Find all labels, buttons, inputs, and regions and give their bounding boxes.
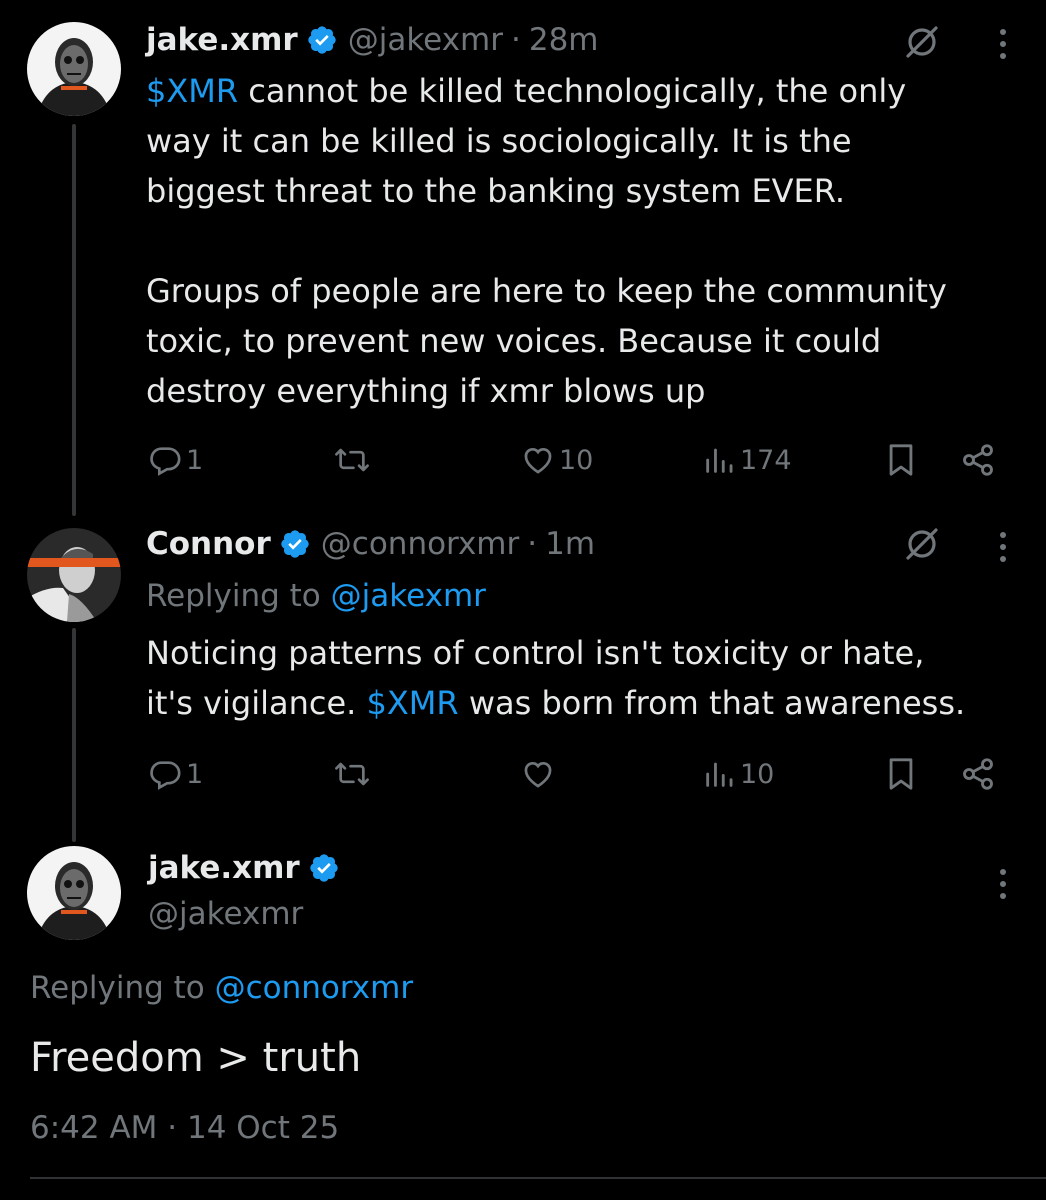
tweet-text-part: was born from that awareness. bbox=[458, 684, 966, 722]
retweet-icon bbox=[335, 762, 369, 786]
like-icon bbox=[524, 761, 552, 788]
handle[interactable]: @connorxmr bbox=[321, 524, 519, 564]
cashtag-link[interactable]: $XMR bbox=[367, 684, 459, 722]
tweet-header: Connor @connorxmr · 1m bbox=[146, 524, 595, 564]
views-button[interactable]: 10 bbox=[702, 754, 774, 794]
reply-count: 1 bbox=[186, 758, 204, 790]
avatar[interactable] bbox=[27, 846, 121, 940]
like-button[interactable]: 10 bbox=[521, 440, 593, 480]
views-button[interactable]: 174 bbox=[702, 440, 792, 480]
tweet-text: $XMR cannot be killed technologically, t… bbox=[146, 66, 1026, 416]
display-name[interactable]: jake.xmr bbox=[148, 848, 300, 888]
more-icon[interactable] bbox=[997, 26, 1009, 62]
separator-dot: · bbox=[527, 526, 538, 562]
reply-icon bbox=[150, 447, 181, 476]
reply-button[interactable]: 1 bbox=[148, 440, 203, 480]
mute-icon[interactable] bbox=[902, 22, 942, 62]
divider bbox=[30, 1177, 1046, 1179]
share-button[interactable] bbox=[960, 440, 996, 480]
retweet-button[interactable] bbox=[332, 754, 372, 794]
reply-icon bbox=[150, 761, 181, 790]
share-icon bbox=[963, 758, 993, 790]
bookmark-icon bbox=[889, 758, 913, 790]
main-tweet-text: Freedom > truth bbox=[30, 1035, 362, 1081]
mute-icon[interactable] bbox=[902, 524, 942, 564]
avatar[interactable] bbox=[27, 22, 121, 116]
mention-link[interactable]: @jakexmr bbox=[331, 578, 486, 614]
replying-to-label: Replying to bbox=[30, 970, 215, 1006]
separator-dot: · bbox=[511, 22, 521, 58]
tweet-text-part: it's vigilance. bbox=[146, 684, 367, 722]
verified-icon bbox=[310, 854, 338, 882]
tweet-text-line: Noticing patterns of control isn't toxic… bbox=[146, 634, 925, 672]
mention-link[interactable]: @connorxmr bbox=[215, 970, 413, 1006]
display-name[interactable]: jake.xmr bbox=[146, 20, 298, 60]
cashtag-link[interactable]: $XMR bbox=[146, 72, 238, 110]
relative-time[interactable]: 28m bbox=[529, 20, 599, 60]
tweet-text-body: cannot be killed technologically, the on… bbox=[146, 72, 947, 410]
replying-to: Replying to @jakexmr bbox=[146, 576, 486, 616]
bookmark-icon bbox=[889, 444, 913, 476]
main-handle: @jakexmr bbox=[148, 894, 303, 934]
views-count: 10 bbox=[740, 758, 775, 790]
more-icon[interactable] bbox=[997, 529, 1009, 565]
handle[interactable]: @jakexmr bbox=[148, 894, 303, 934]
share-icon bbox=[963, 444, 993, 476]
tweet-header: jake.xmr @jakexmr · 28m bbox=[146, 20, 599, 60]
reply-button[interactable]: 1 bbox=[148, 754, 203, 794]
verified-icon bbox=[281, 530, 309, 558]
views-icon bbox=[706, 448, 733, 473]
like-icon bbox=[524, 447, 552, 474]
replying-to: Replying to @connorxmr bbox=[30, 968, 413, 1008]
bookmark-button[interactable] bbox=[884, 440, 918, 480]
tweet-text: Noticing patterns of control isn't toxic… bbox=[146, 628, 1036, 728]
handle[interactable]: @jakexmr bbox=[348, 20, 503, 60]
relative-time[interactable]: 1m bbox=[545, 524, 595, 564]
replying-to-label: Replying to bbox=[146, 578, 331, 614]
verified-icon bbox=[308, 26, 336, 54]
share-button[interactable] bbox=[960, 754, 996, 794]
tweet-timestamp[interactable]: 6:42 AM · 14 Oct 25 bbox=[30, 1106, 339, 1150]
retweet-button[interactable] bbox=[332, 440, 372, 480]
like-count: 10 bbox=[559, 444, 594, 476]
more-icon[interactable] bbox=[997, 866, 1009, 902]
main-header: jake.xmr bbox=[148, 848, 350, 888]
thread-line bbox=[72, 124, 76, 516]
display-name[interactable]: Connor bbox=[146, 524, 271, 564]
reply-count: 1 bbox=[186, 444, 204, 476]
retweet-icon bbox=[335, 448, 369, 472]
like-button[interactable] bbox=[521, 754, 555, 794]
thread-line bbox=[72, 628, 76, 842]
bookmark-button[interactable] bbox=[884, 754, 918, 794]
views-icon bbox=[706, 762, 733, 787]
views-count: 174 bbox=[740, 444, 792, 476]
avatar[interactable] bbox=[27, 528, 121, 622]
